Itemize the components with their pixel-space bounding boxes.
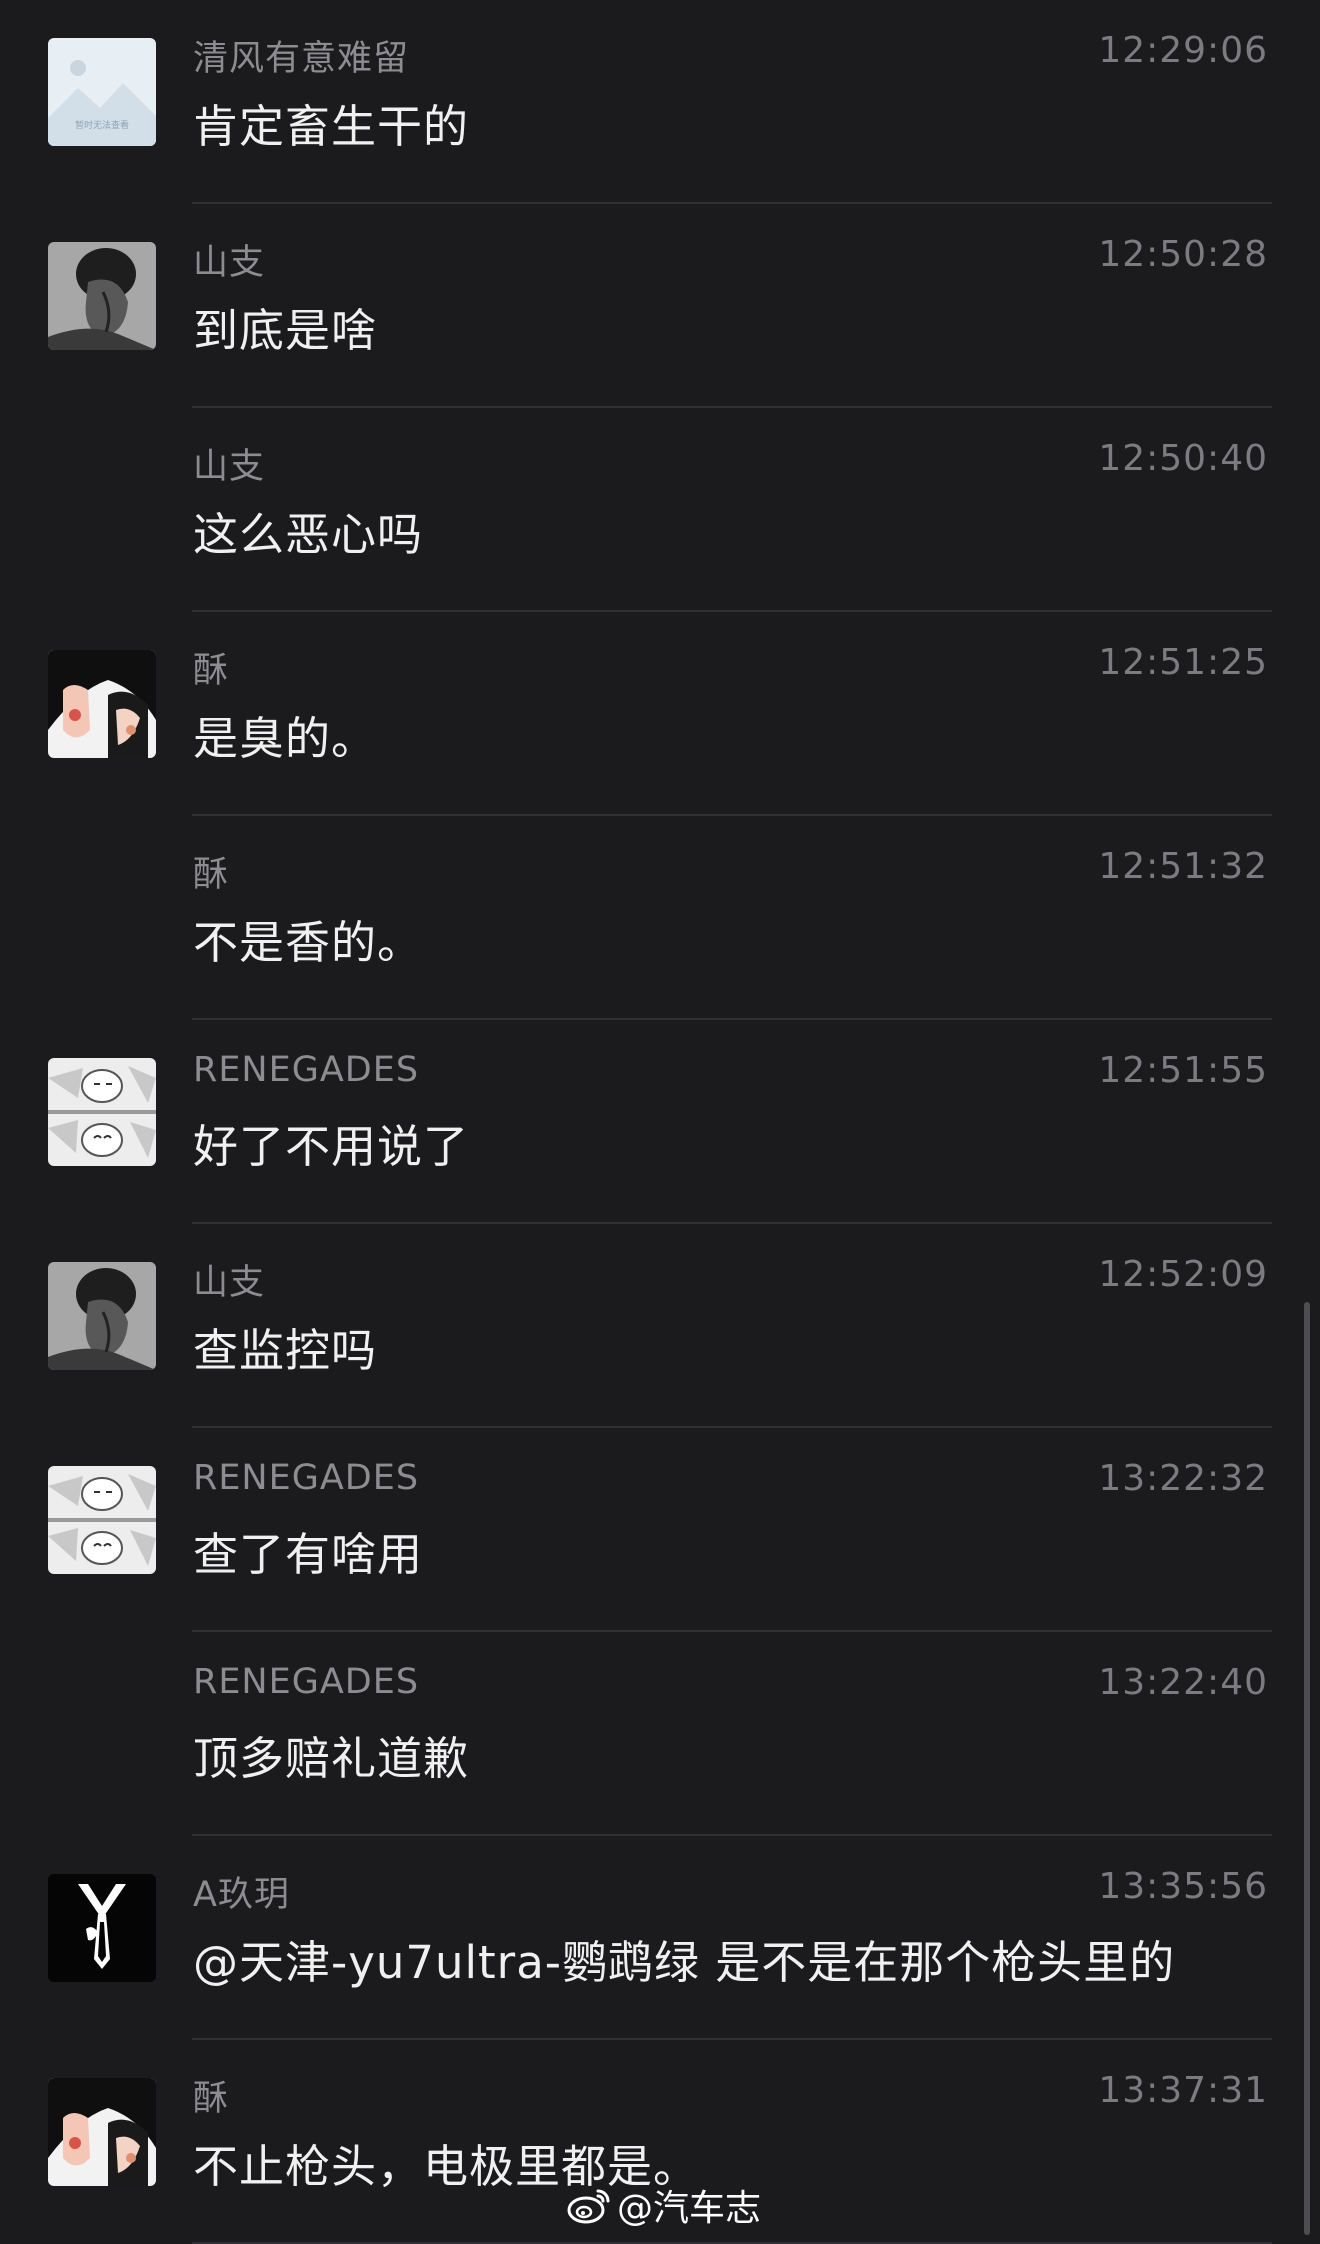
message-time: 12:51:25 xyxy=(1098,642,1268,683)
message-time: 12:52:09 xyxy=(1098,1254,1268,1295)
message-time: 13:35:56 xyxy=(1098,1866,1268,1907)
avatar[interactable] xyxy=(48,1874,156,1982)
avatar[interactable] xyxy=(48,1262,156,1370)
message-time: 13:22:32 xyxy=(1098,1458,1268,1499)
sender-name[interactable]: 酥 xyxy=(193,2070,229,2121)
message-time: 12:50:40 xyxy=(1098,438,1268,479)
sender-name[interactable]: 山支 xyxy=(193,438,265,489)
message-time: 13:37:31 xyxy=(1098,2070,1268,2111)
sender-name[interactable]: 山支 xyxy=(193,1254,265,1305)
message-text: 到底是啥 xyxy=(193,304,378,357)
message-item[interactable]: RENEGADES 13:22:40 顶多赔礼道歉 xyxy=(0,1632,1320,1836)
message-time: 12:51:32 xyxy=(1098,846,1268,887)
watermark: @汽车志 xyxy=(567,2180,761,2230)
message-text: 肯定畜生干的 xyxy=(193,100,470,153)
message-item[interactable]: RENEGADES 12:51:55 好了不用说了 xyxy=(0,1020,1320,1224)
message-text: 不是香的。 xyxy=(193,916,424,969)
weibo-icon xyxy=(567,2189,610,2224)
avatar[interactable] xyxy=(48,1466,156,1574)
message-text: @天津-yu7ultra-鹦鹉绿 是不是在那个枪头里的 xyxy=(193,1936,1176,1989)
message-time: 12:50:28 xyxy=(1098,234,1268,275)
sender-name[interactable]: 酥 xyxy=(193,846,229,897)
scrollbar[interactable] xyxy=(1304,1302,1310,2235)
avatar[interactable] xyxy=(48,242,156,350)
message-item[interactable]: 酥 12:51:25 是臭的。 xyxy=(0,612,1320,816)
sender-name[interactable]: 山支 xyxy=(193,234,265,285)
message-text: 顶多赔礼道歉 xyxy=(193,1732,470,1785)
svg-text:暂时无法查看: 暂时无法查看 xyxy=(75,119,129,131)
sender-name[interactable]: RENEGADES xyxy=(193,1662,419,1702)
avatar[interactable]: 暂时无法查看 xyxy=(48,38,156,146)
message-text: 是臭的。 xyxy=(193,712,378,765)
message-list[interactable]: 暂时无法查看 清风有意难留 12:29:06 肯定畜生干的 山支 12:50:28 到底是啥… xyxy=(0,0,1320,2244)
message-item[interactable]: 山支 12:50:40 这么恶心吗 xyxy=(0,408,1320,612)
avatar[interactable] xyxy=(48,2078,156,2186)
sender-name[interactable]: 清风有意难留 xyxy=(193,30,409,81)
message-item[interactable]: A玖玥 13:35:56 @天津-yu7ultra-鹦鹉绿 是不是在那个枪头里的 xyxy=(0,1836,1320,2040)
sender-name[interactable]: A玖玥 xyxy=(193,1866,290,1917)
watermark-text: @汽车志 xyxy=(617,2188,762,2229)
sender-name[interactable]: 酥 xyxy=(193,642,229,693)
sender-name[interactable]: RENEGADES xyxy=(193,1050,419,1090)
message-text: 好了不用说了 xyxy=(193,1120,470,1173)
message-time: 13:22:40 xyxy=(1098,1662,1268,1703)
message-item[interactable]: 暂时无法查看 清风有意难留 12:29:06 肯定畜生干的 xyxy=(0,0,1320,204)
message-item[interactable]: 山支 12:52:09 查监控吗 xyxy=(0,1224,1320,1428)
avatar[interactable] xyxy=(48,650,156,758)
message-text: 这么恶心吗 xyxy=(193,508,424,561)
message-text: 查监控吗 xyxy=(193,1324,378,1377)
message-item[interactable]: 山支 12:50:28 到底是啥 xyxy=(0,204,1320,408)
message-item[interactable]: RENEGADES 13:22:32 查了有啥用 xyxy=(0,1428,1320,1632)
message-time: 12:29:06 xyxy=(1098,30,1268,71)
message-text: 查了有啥用 xyxy=(193,1528,424,1581)
message-time: 12:51:55 xyxy=(1098,1050,1268,1091)
avatar[interactable] xyxy=(48,1058,156,1166)
message-item[interactable]: 酥 12:51:32 不是香的。 xyxy=(0,816,1320,1020)
sender-name[interactable]: RENEGADES xyxy=(193,1458,419,1498)
